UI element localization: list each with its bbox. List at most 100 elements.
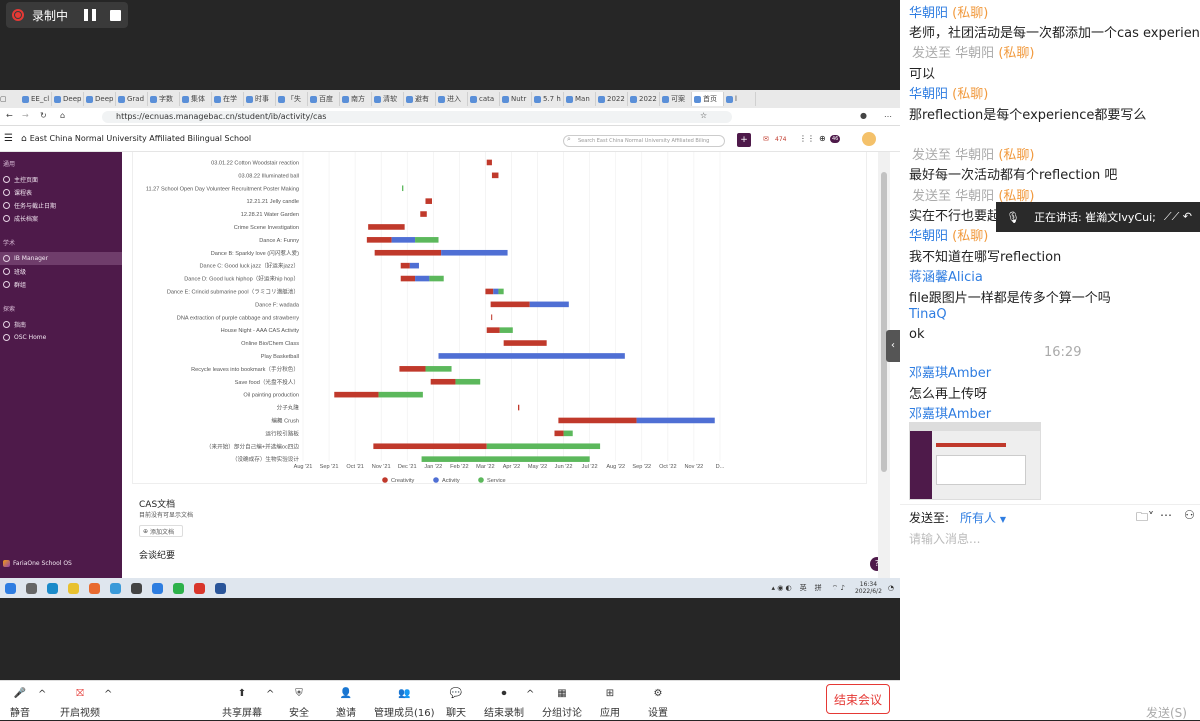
back-icon[interactable]: ← [6,111,13,120]
add-document-button[interactable]: ⊕ 添加文档 [139,525,183,537]
recording-options-chevron-icon[interactable]: ^ [526,689,534,700]
browser-tab[interactable]: 进入 [436,92,468,106]
chrome-icon[interactable] [68,582,79,594]
avatar[interactable] [862,132,876,146]
sidebar-item[interactable]: 主控页面 [0,173,122,186]
browser-tab[interactable]: 清软 [372,92,404,106]
browser-tab[interactable]: Man [564,92,596,106]
star-icon[interactable]: ☆ [700,111,707,120]
clock[interactable]: 16:34 2022/6/2 [855,581,882,595]
more-icon[interactable]: … [884,110,892,119]
sidebar-item[interactable]: 群组 [0,278,122,291]
lang-english[interactable]: 英 [800,583,807,593]
add-button[interactable]: + [737,133,751,147]
sidebar-item[interactable]: 任务与截止日期 [0,199,122,212]
settings-app-icon[interactable] [131,582,142,594]
invite-button[interactable]: 👤 邀请 [336,683,356,720]
browser-tab[interactable]: Deep [84,92,116,106]
edge-icon[interactable] [47,582,58,594]
share-screen-button[interactable]: ⬆ 共享屏幕 [222,683,262,720]
more-options-icon[interactable]: ⋯ [1160,508,1172,522]
browser-tab[interactable]: 避有 [404,92,436,106]
app-red-icon[interactable] [194,582,205,594]
browser-tab[interactable]: 字数 [148,92,180,106]
manage-members-button[interactable]: 👥 管理成员(16) [374,683,435,720]
browser-tab[interactable]: 可案 [660,92,692,106]
end-recording-button[interactable]: ⏺ 结束录制 [484,683,524,720]
mail-app-icon[interactable] [110,582,121,594]
forward-icon[interactable]: → [22,111,29,120]
end-meeting-button[interactable]: 结束会议 [826,684,890,714]
lang-pinyin[interactable]: 拼 [815,583,822,593]
gantt-bar [415,275,430,282]
send-to-select[interactable]: 所有人 ▼ [960,509,1006,526]
audio-options-chevron-icon[interactable]: ^ [38,689,46,700]
sidebar-footer[interactable]: FariaOne School OS [3,560,72,567]
breakout-rooms-button[interactable]: ▦ 分组讨论 [542,683,582,720]
browser-tab[interactable]: Nutr [500,92,532,106]
browser-tab[interactable]: Deep [52,92,84,106]
tray-icons[interactable]: ▴ ◉ ◐ [771,584,791,592]
cas-icon[interactable]: ⊕ [819,134,826,143]
chat-button[interactable]: 💬 聊天 [446,683,466,720]
browser-tab[interactable]: Grad [116,92,148,106]
video-options-chevron-icon[interactable]: ^ [104,689,112,700]
sidebar-item[interactable]: 成长档案 [0,212,122,225]
stop-recording-button[interactable] [110,9,122,21]
chat-image-thumbnail[interactable] [909,422,1041,500]
pause-recording-button[interactable] [84,9,97,21]
network-icon[interactable]: ⌔ ♪ [832,584,845,593]
page-scrollbar[interactable] [878,152,890,598]
sidebar-section-explore: 探索 [3,306,16,313]
browser-tab[interactable]: l [724,92,756,106]
help-icon[interactable]: ? [870,557,878,571]
home-icon[interactable]: ⌂ [60,111,65,120]
wechat-icon[interactable] [173,582,184,594]
sidebar-item[interactable]: 班级 [0,265,122,278]
browser-tab[interactable]: 百度 [308,92,340,106]
mute-button[interactable]: 🎤 静音 [10,683,30,720]
notification-icon[interactable]: ◔ [888,584,894,592]
browser-tab[interactable]: 集体 [180,92,212,106]
browser-tab[interactable]: 5.7 h [532,92,564,106]
participant-icon[interactable]: ⚇ [1184,508,1195,522]
browser-tab[interactable]: EE_cl [20,92,52,106]
mail-icon[interactable]: ✉ [763,135,769,143]
start-video-button[interactable]: ⛝ 开启视频 [60,683,100,720]
taskview-icon[interactable] [26,582,37,594]
browser-tab[interactable]: cata [468,92,500,106]
school-home-icon[interactable]: ⌂ [21,134,27,144]
browser-tab[interactable]: 「失 [276,92,308,106]
profile-icon[interactable]: ● [860,111,867,120]
zoom-icon[interactable] [152,582,163,594]
sidebar-item[interactable]: 课程表 [0,186,122,199]
apps-grid-icon[interactable]: ⋮⋮ [799,134,815,143]
start-icon[interactable] [5,582,16,594]
sidebar-item[interactable]: OSC Home [0,331,122,344]
private-tag: (私聊) [998,46,1035,61]
school-name[interactable]: East China Normal University Affiliated … [30,134,251,143]
apps-button[interactable]: ⊞ 应用 [600,683,620,720]
browser-tab[interactable]: 2022 [596,92,628,106]
browser-tab[interactable]: 在学 [212,92,244,106]
sidebar-item[interactable]: IB Manager [0,252,122,265]
send-button[interactable]: 发送(S) [1146,704,1187,721]
window-menu-icon[interactable]: ▢ [0,95,20,103]
refresh-icon[interactable]: ↻ [40,111,47,120]
chat-input[interactable]: 请输入消息... [909,530,980,547]
browser-tab[interactable]: 首页 [692,92,724,106]
browser-tab[interactable]: 2022 [628,92,660,106]
file-icon[interactable]: 🗀˅ [1136,508,1154,529]
browser-tab[interactable]: 南方 [340,92,372,106]
menu-icon[interactable]: ☰ [4,133,13,144]
search-input[interactable]: Search East China Normal University Affi… [563,135,725,147]
security-button[interactable]: ⛨ 安全 [289,683,309,720]
word-icon[interactable] [215,582,226,594]
settings-button[interactable]: ⚙ 设置 [648,683,668,720]
browser-tab[interactable]: 时事 [244,92,276,106]
url-field[interactable]: https://ecnuas.managebac.cn/student/ib/a… [102,111,732,123]
share-options-chevron-icon[interactable]: ^ [266,689,274,700]
collapse-panel-handle[interactable]: ‹ [886,330,900,362]
sidebar-item[interactable]: 指南 [0,318,122,331]
firefox-icon[interactable] [89,582,100,594]
